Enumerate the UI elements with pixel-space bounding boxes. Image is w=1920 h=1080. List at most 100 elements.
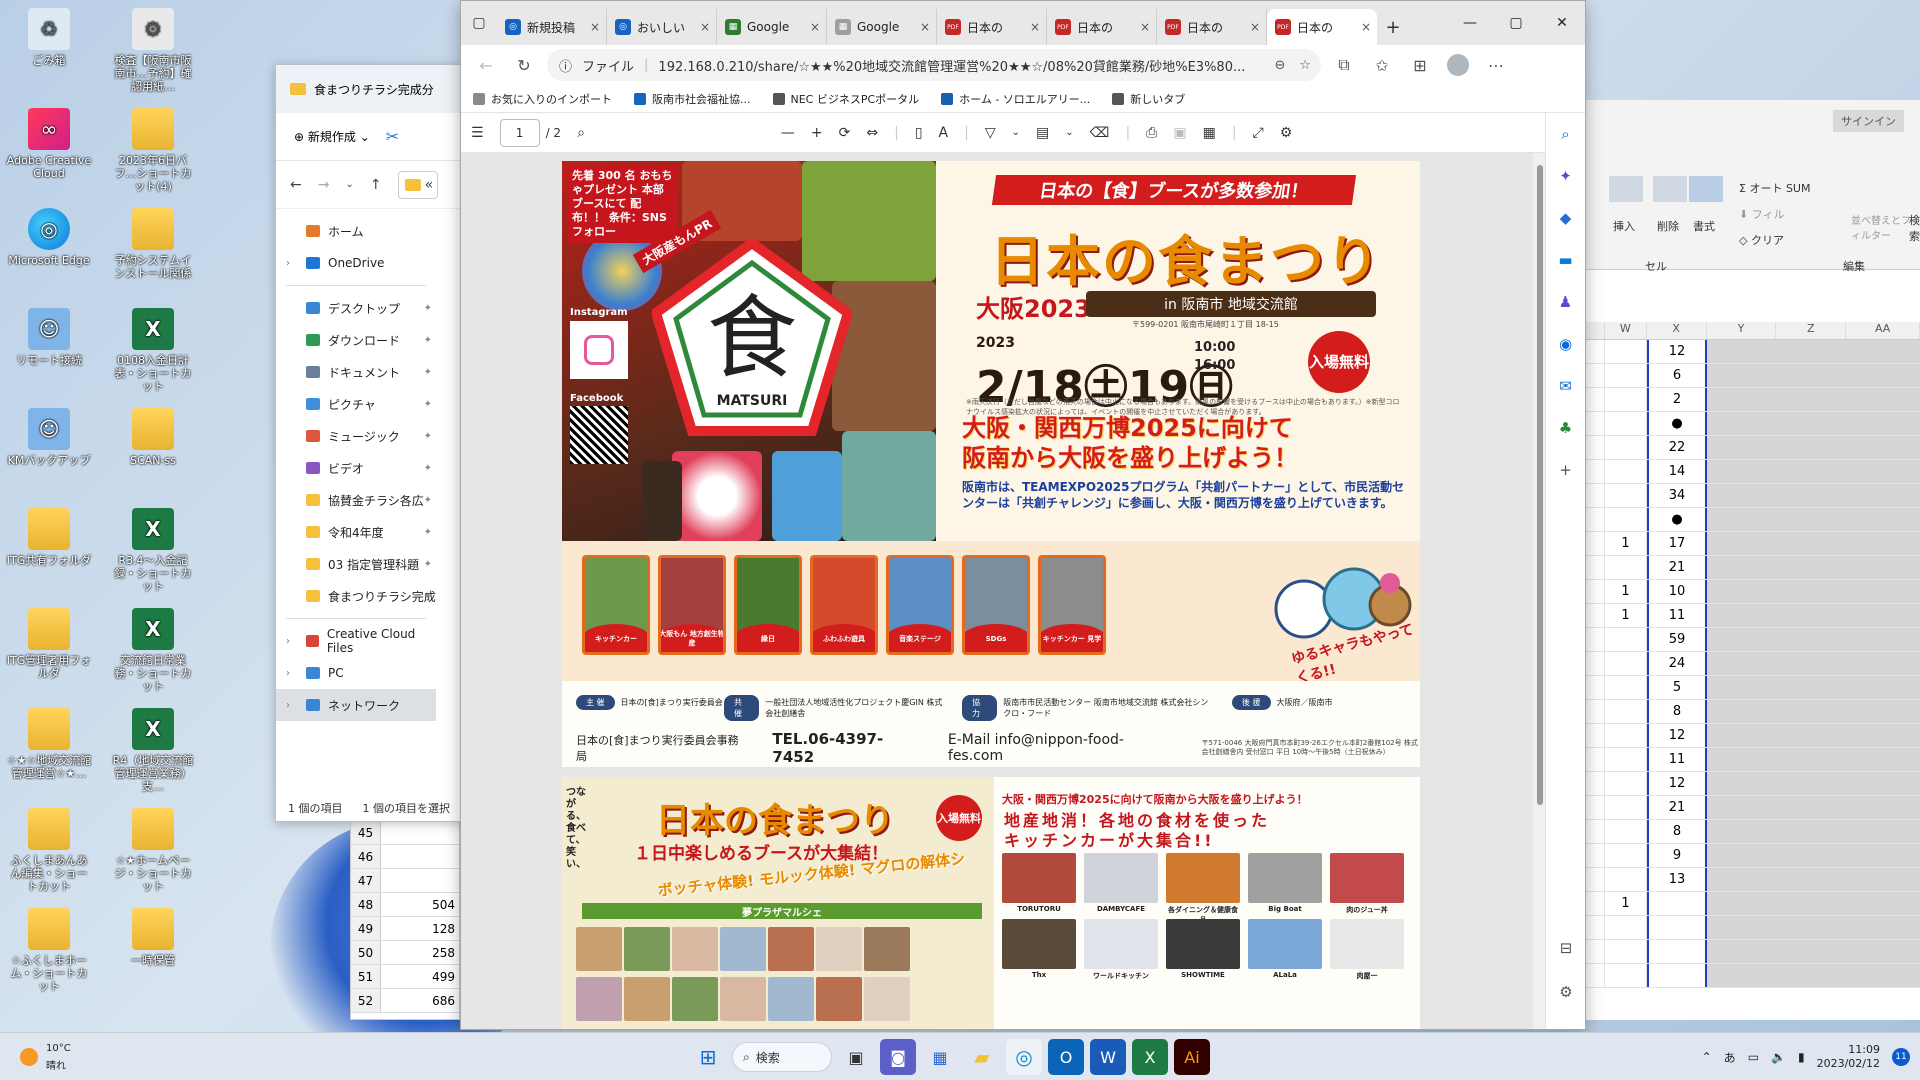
delete-icon[interactable] (1653, 176, 1687, 202)
cell-x[interactable] (1647, 940, 1707, 963)
tab-actions-icon[interactable]: ▢ (461, 1, 497, 45)
tab-3[interactable]: ▦ Google × (717, 9, 827, 45)
extensions-icon[interactable]: ⧉ (1329, 50, 1359, 80)
cell-x[interactable]: 22 (1647, 436, 1707, 459)
row-number[interactable]: 49 (351, 917, 381, 940)
page-number-input[interactable]: 1 (499, 118, 540, 147)
nav-item[interactable]: ドキュメント ✦ (276, 356, 436, 388)
desktop-icon[interactable]: X 0108入金日計表・ショートカット (110, 308, 196, 393)
cell-w[interactable] (1605, 412, 1647, 435)
fullscreen-icon[interactable]: ⤢ (1253, 125, 1264, 141)
desktop-icon[interactable]: ◎ Microsoft Edge (6, 208, 92, 267)
cell-w[interactable] (1605, 340, 1647, 363)
desktop-icon[interactable]: ☺ KMバックアップ (6, 408, 92, 467)
excel-grid[interactable]: 1262●221434●1172111011159124518121111221… (1561, 340, 1920, 1020)
save-as-icon[interactable]: ▦ (1203, 125, 1216, 141)
favorite-link[interactable]: お気に入りのインポート (473, 91, 612, 107)
cell-w[interactable] (1605, 916, 1647, 939)
cell-value[interactable]: 128 (381, 917, 459, 940)
nav-item[interactable]: ビデオ ✦ (276, 452, 436, 484)
cell-x[interactable]: 2 (1647, 388, 1707, 411)
row-number[interactable]: 47 (351, 869, 381, 892)
edge-taskbar-icon[interactable]: ◎ (1006, 1039, 1042, 1075)
cell-w[interactable] (1605, 772, 1647, 795)
cell-x[interactable]: 10 (1647, 580, 1707, 603)
nav-item[interactable]: › ネットワーク (276, 689, 436, 721)
cell-x[interactable]: 11 (1647, 748, 1707, 771)
favorite-star-icon[interactable]: ☆ (1299, 58, 1311, 73)
cell-x[interactable]: 11 (1647, 604, 1707, 627)
nav-item[interactable]: 食まつりチラシ完成 ✦ (276, 580, 436, 612)
signin-button[interactable]: サインイン (1833, 110, 1904, 132)
fill-button[interactable]: ⬇ フィル (1739, 206, 1785, 222)
insert-button[interactable]: 挿入 (1613, 218, 1635, 234)
nav-item[interactable]: 03 指定管理科題 ✦ (276, 548, 436, 580)
cell-x[interactable]: 5 (1647, 676, 1707, 699)
teams-icon[interactable]: ◙ (880, 1039, 916, 1075)
taskview-icon[interactable]: ▣ (838, 1039, 874, 1075)
desktop-icon[interactable]: ☆★ホームページ・ショートカット (110, 808, 196, 893)
desktop-icon[interactable]: ITG共有フォルダ (6, 508, 92, 567)
desktop-icon[interactable]: X 交流館日常業務・ショートカット (110, 608, 196, 693)
cell-w[interactable] (1605, 964, 1647, 987)
notification-badge[interactable]: 11 (1892, 1048, 1910, 1066)
col-y[interactable]: Y (1707, 322, 1777, 339)
autosum-button[interactable]: Σ オート SUM (1739, 180, 1810, 196)
minimize-button[interactable]: — (1447, 1, 1493, 45)
desktop-icon[interactable]: X R3.4～入金記録・ショートカット (110, 508, 196, 593)
expand-chevron-icon[interactable]: › (286, 636, 290, 647)
favorite-link[interactable]: ホーム - ソロエルアリー... (941, 91, 1090, 107)
print-icon[interactable]: ⎙ (1146, 125, 1157, 141)
cell-w[interactable]: 1 (1605, 892, 1647, 915)
new-tab-button[interactable]: + (1377, 9, 1409, 45)
sidebar-games-icon[interactable]: ♟ (1546, 281, 1585, 323)
cell-x[interactable] (1647, 916, 1707, 939)
cell-x[interactable]: 12 (1647, 772, 1707, 795)
sort-filter-button[interactable]: 並べ替えとフィルター (1851, 212, 1911, 242)
word-icon[interactable]: W (1090, 1039, 1126, 1075)
nav-item[interactable]: ミュージック ✦ (276, 420, 436, 452)
highlight-menu-icon[interactable]: ⌄ (1065, 127, 1073, 138)
insert-icon[interactable] (1609, 176, 1643, 202)
tab-close-icon[interactable]: × (1140, 20, 1150, 34)
col-x[interactable]: X (1647, 322, 1707, 339)
cell-x[interactable]: 59 (1647, 628, 1707, 651)
cell-x[interactable]: 9 (1647, 844, 1707, 867)
cell-w[interactable] (1605, 508, 1647, 531)
tab-close-icon[interactable]: × (920, 20, 930, 34)
info-icon[interactable]: ⓘ (559, 56, 572, 75)
contents-icon[interactable]: ☰ (471, 125, 484, 141)
row-number[interactable]: 45 (351, 821, 381, 844)
sidebar-office-icon[interactable]: ◉ (1546, 323, 1585, 365)
cell-x[interactable]: 17 (1647, 532, 1707, 555)
weather-widget[interactable]: 10°C 晴れ (14, 1039, 134, 1075)
tab-2[interactable]: ◎ おいしい × (607, 9, 717, 45)
up-icon[interactable]: ↑ (370, 177, 382, 193)
recent-icon[interactable]: ⌄ (345, 179, 353, 190)
clock[interactable]: 11:09 2023/02/12 (1817, 1043, 1880, 1071)
ime-indicator[interactable]: あ (1724, 1049, 1736, 1066)
sidebar-add-icon[interactable]: + (1546, 449, 1585, 491)
zoom-in-icon[interactable]: + (811, 125, 823, 141)
cell-w[interactable] (1605, 364, 1647, 387)
nav-item[interactable]: ダウンロード ✦ (276, 324, 436, 356)
cell-w[interactable] (1605, 460, 1647, 483)
tab-6[interactable]: PDF 日本の × (1047, 9, 1157, 45)
save-icon[interactable]: ▣ (1173, 125, 1186, 141)
expand-chevron-icon[interactable]: › (286, 700, 290, 711)
rotate-icon[interactable]: ⟳ (839, 125, 851, 141)
explorer-address-box[interactable]: « (397, 170, 438, 199)
cell-x[interactable]: 24 (1647, 652, 1707, 675)
nav-item[interactable]: デスクトップ ✦ (276, 292, 436, 324)
read-aloud-icon[interactable]: A (939, 125, 949, 141)
sidebar-shopping-icon[interactable]: ◆ (1546, 197, 1585, 239)
cell-value[interactable]: 504 (381, 893, 459, 916)
cell-w[interactable] (1605, 820, 1647, 843)
favorites-icon[interactable]: ✩ (1367, 50, 1397, 80)
scrollbar-thumb[interactable] (1537, 165, 1543, 805)
zoom-icon[interactable]: ⊖ (1274, 58, 1285, 73)
favorite-link[interactable]: NEC ビジネスPCポータル (772, 91, 919, 107)
cell-w[interactable] (1605, 796, 1647, 819)
cell-value[interactable] (381, 869, 459, 892)
row-number[interactable]: 50 (351, 941, 381, 964)
